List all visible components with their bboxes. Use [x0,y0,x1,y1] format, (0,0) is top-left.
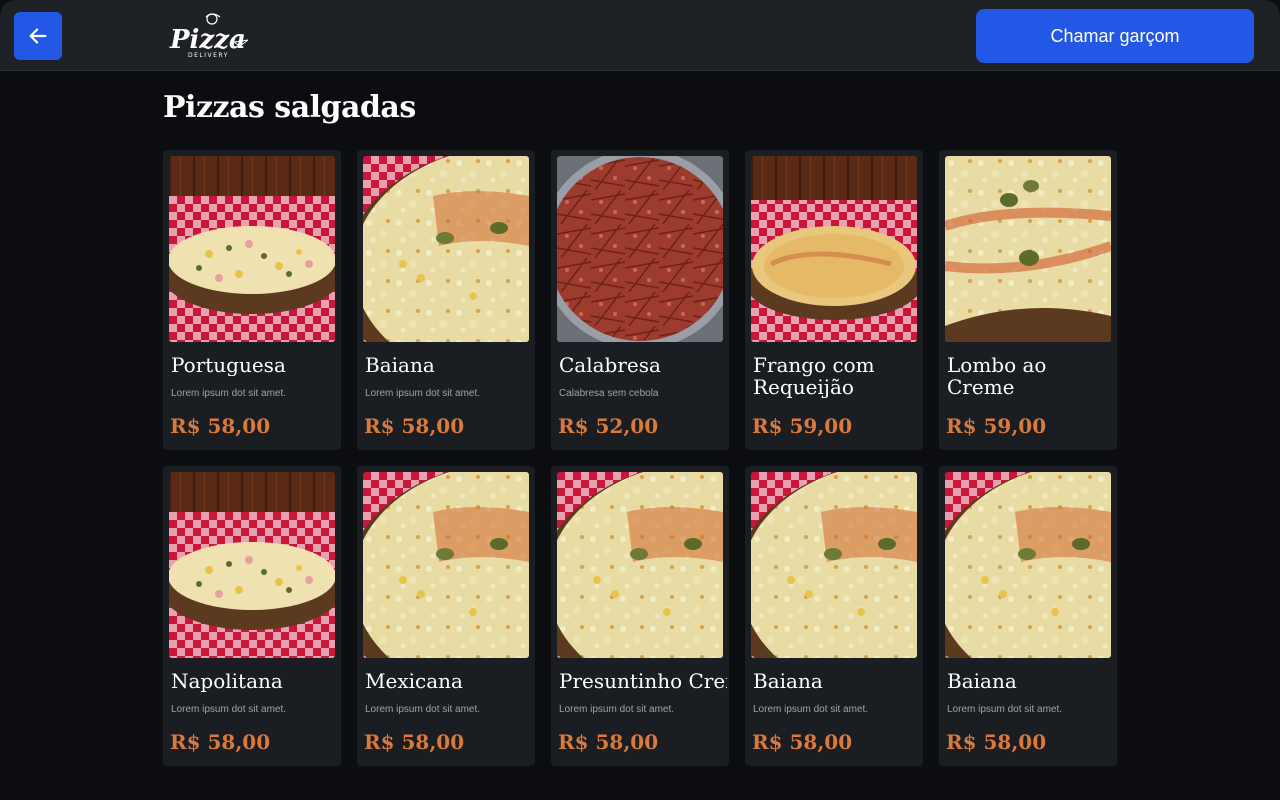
product-card[interactable]: Portuguesa Lorem ipsum dot sit amet. R$ 58… [163,150,341,450]
pizza-calabresa-photo [557,156,723,342]
pizza-closeup-photo [751,472,917,658]
product-card[interactable]: Baiana Lorem ipsum dot sit amet. R$ 58,00 [745,466,923,766]
product-name: Baiana [947,670,1017,692]
app-frame: Pizza DELIVERY Chamar garçom Pizzas salg… [0,0,1280,800]
product-description: Lorem ipsum dot sit amet. [171,388,287,399]
product-description: Calabresa sem cebola [559,388,659,399]
product-card[interactable]: Napolitana Lorem ipsum dot sit amet. R$ 58… [163,466,341,766]
product-name: Baiana [365,354,435,376]
top-bar: Pizza DELIVERY Chamar garçom [0,0,1280,71]
product-price: R$ 58,00 [170,414,271,438]
product-name: Portuguesa [171,354,286,376]
call-waiter-button[interactable]: Chamar garçom [976,9,1254,63]
svg-text:Pizza: Pizza [169,25,246,55]
product-name: Presuntinho Cremoso [559,670,727,692]
product-name: Napolitana [171,670,283,692]
product-card[interactable]: Calabresa Calabresa sem cebola R$ 52,00 [551,150,729,450]
pizza-closeup-photo [557,472,723,658]
product-name: Calabresa [559,354,661,376]
product-price: R$ 58,00 [364,414,465,438]
product-card[interactable]: Baiana Lorem ipsum dot sit amet. R$ 58,00 [357,150,535,450]
product-name: Baiana [753,670,823,692]
product-description: Lorem ipsum dot sit amet. [947,704,1063,715]
product-name: Mexicana [365,670,463,692]
svg-text:DELIVERY: DELIVERY [188,52,229,59]
product-grid: Portuguesa Lorem ipsum dot sit amet. R$ 58… [163,150,1117,766]
product-description: Lorem ipsum dot sit amet. [365,704,481,715]
section-title: Pizzas salgadas [163,90,416,125]
product-card[interactable]: Frango com Requeijão R$ 59,00 [745,150,923,450]
pizza-closeup-photo [945,472,1111,658]
product-price: R$ 58,00 [946,730,1047,754]
product-description: Lorem ipsum dot sit amet. [753,704,869,715]
product-name: Lombo ao Creme [947,354,1047,398]
pizza-frango-photo [751,156,917,342]
pizza-closeup-photo [363,472,529,658]
product-price: R$ 58,00 [364,730,465,754]
product-description: Lorem ipsum dot sit amet. [559,704,675,715]
product-price: R$ 58,00 [170,730,271,754]
product-name: Frango com Requeijão [753,354,875,398]
product-price: R$ 58,00 [752,730,853,754]
product-card[interactable]: Mexicana Lorem ipsum dot sit amet. R$ 58,0… [357,466,535,766]
product-card[interactable]: Baiana Lorem ipsum dot sit amet. R$ 58,00 [939,466,1117,766]
pizza-portuguesa-photo [169,472,335,658]
product-card[interactable]: Lombo ao Creme R$ 59,00 [939,150,1117,450]
arrow-left-icon [29,28,47,44]
pizza-closeup-photo [363,156,529,342]
product-price: R$ 59,00 [752,414,853,438]
back-button[interactable] [14,12,62,60]
product-description: Lorem ipsum dot sit amet. [171,704,287,715]
product-price: R$ 59,00 [946,414,1047,438]
product-price: R$ 58,00 [558,730,659,754]
product-card[interactable]: Presuntinho Cremoso Lorem ipsum dot sit a… [551,466,729,766]
pizza-portuguesa-photo [169,156,335,342]
pizza-lombo-photo [945,156,1111,342]
pizza-delivery-logo: Pizza DELIVERY [168,12,252,60]
product-price: R$ 52,00 [558,414,659,438]
product-description: Lorem ipsum dot sit amet. [365,388,481,399]
